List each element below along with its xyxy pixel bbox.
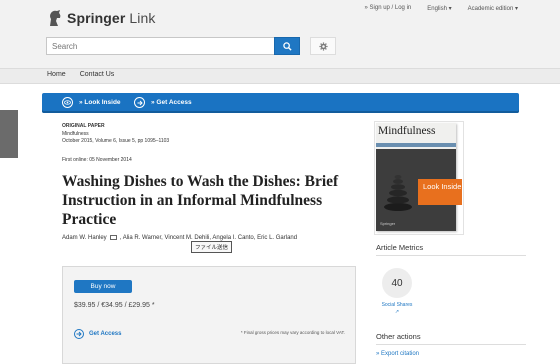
logo-text-link: Link [129,10,156,26]
get-access-label: » Get Access [151,99,192,106]
export-citation-link[interactable]: » Export citation [376,351,419,357]
email-icon[interactable] [109,235,117,240]
journal-cover[interactable]: Mindfulness Springer [376,123,456,231]
article-title: Washing Dishes to Wash the Dishes: Brief… [62,173,339,228]
gear-icon [318,41,328,51]
side-feedback-tab[interactable] [0,110,18,158]
look-inside-label: » Look Inside [79,99,121,106]
get-access-button[interactable]: » Get Access [134,97,192,108]
arrow-right-icon [74,329,84,339]
springer-horse-icon [50,10,61,26]
cover-publisher: Springer [380,221,396,226]
get-access-link[interactable]: Get Access [74,329,121,339]
social-shares-link[interactable]: Social Shares ↗ [380,302,414,315]
edition-dropdown[interactable]: Academic edition [468,5,518,12]
purchase-box: Buy now $39.95 / €34.95 / £29.95 * Get A… [62,266,356,364]
arrow-right-icon [134,97,145,108]
search-input[interactable] [46,37,274,55]
article-type: ORIGINAL PAPER [62,123,105,129]
nav-contact-us[interactable]: Contact Us [80,71,115,78]
social-shares-count: 40 [382,268,412,298]
springer-link-logo[interactable]: Springer Link [47,9,155,27]
action-bar: » Look Inside » Get Access [42,93,519,113]
search-icon [282,41,292,51]
author-name[interactable]: Adam W. Hanley [62,235,107,241]
other-actions-heading: Other actions [376,332,421,341]
external-link-icon: ↗ [394,308,400,315]
journal-name[interactable]: Mindfulness [62,131,169,139]
top-links: » Sign up / Log in English Academic edit… [365,5,518,12]
divider [376,255,526,256]
author-list: Adam W. Hanley, Alia R. Warner, Vincent … [62,235,297,241]
buy-now-button[interactable]: Buy now [74,280,132,293]
nav-home[interactable]: Home [47,71,66,78]
get-access-link-label: Get Access [89,331,122,337]
language-dropdown[interactable]: English [427,5,451,12]
cover-stripe [376,143,456,147]
look-inside-button[interactable]: » Look Inside [62,97,121,108]
issue-info: October 2015, Volume 6, Issue 5, pp 1095… [62,138,170,144]
divider [376,344,526,345]
search-button[interactable] [274,37,300,55]
cover-title: Mindfulness [378,125,436,137]
first-online-date: First online: 05 November 2014 [62,157,132,163]
search-bar [46,37,336,55]
header: Springer Link » Sign up / Log in English… [0,0,560,68]
price-list: $39.95 / €34.95 / £29.95 * [74,302,155,309]
article-meta: ORIGINAL PAPER Mindfulness October 2015,… [62,123,169,146]
search-options-button[interactable] [310,37,336,55]
article-metrics-heading: Article Metrics [376,243,424,252]
social-shares-label: Social Shares [381,302,413,308]
vat-note: * Final gross prices may vary according … [240,330,345,335]
signup-login-link[interactable]: » Sign up / Log in [365,5,412,12]
eye-icon [62,97,73,108]
nav-bar: Home Contact Us [0,68,560,84]
logo-text: Springer [67,10,126,26]
look-inside-badge[interactable]: Look Inside [418,179,462,205]
send-file-tooltip: ファイル送信 [191,241,233,253]
